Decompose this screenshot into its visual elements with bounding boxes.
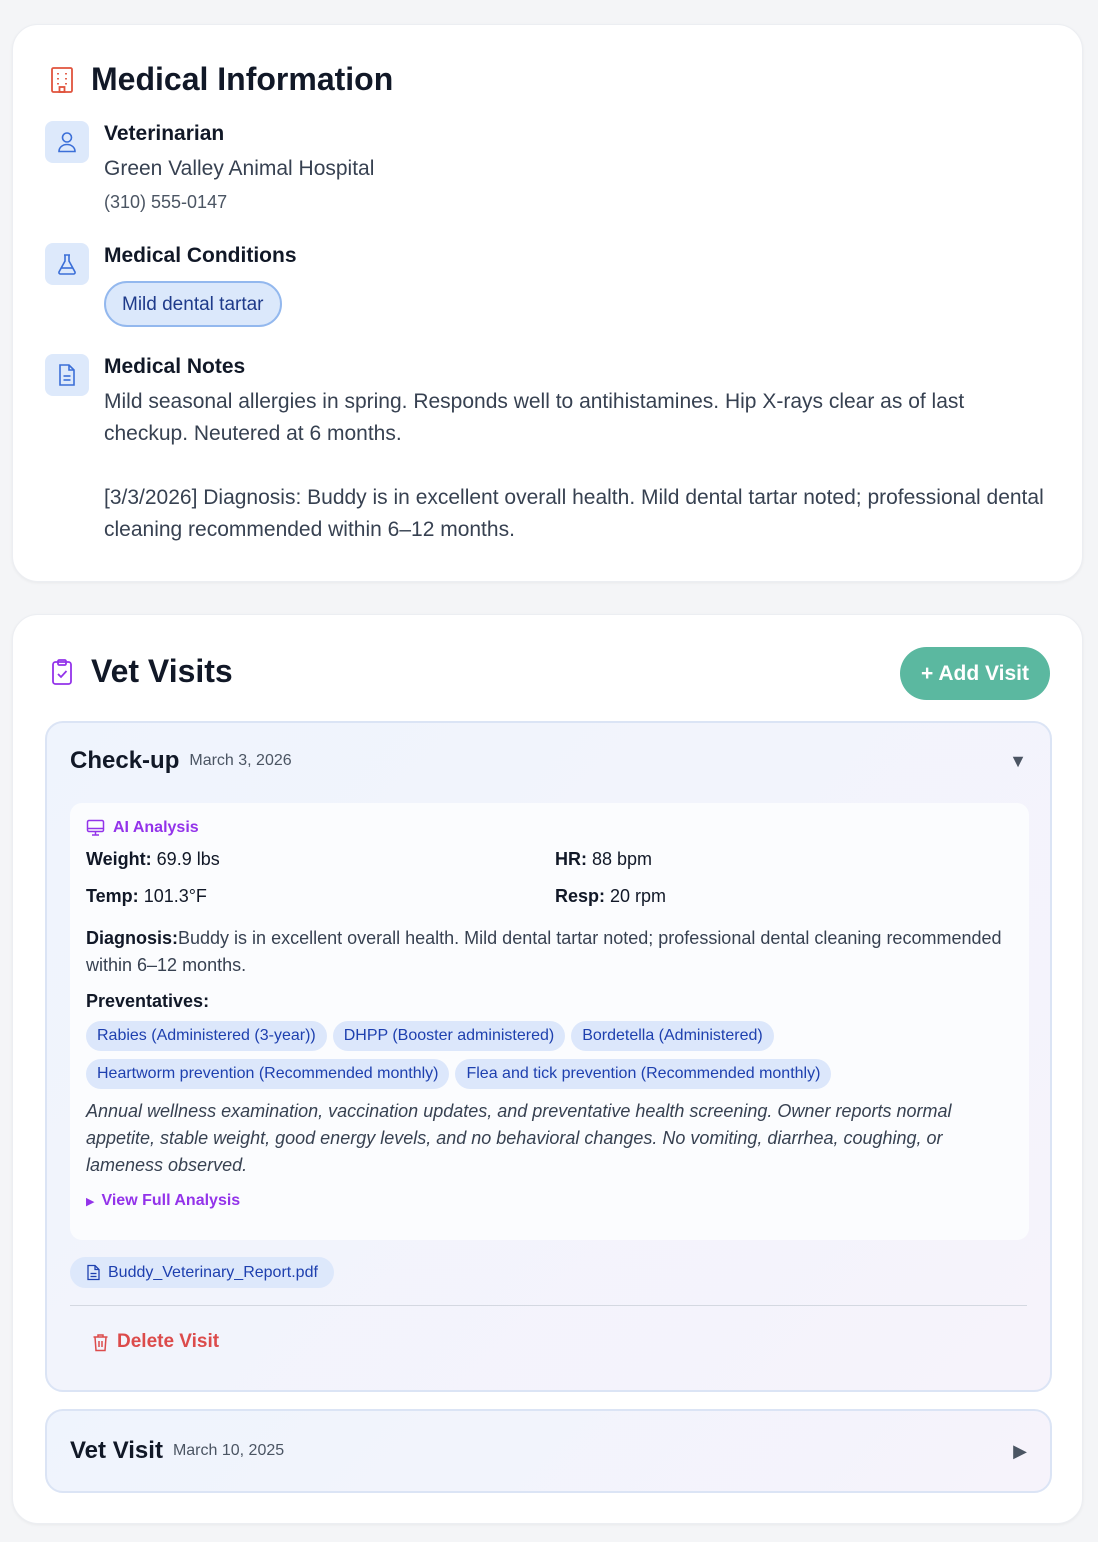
hospital-icon	[47, 65, 77, 95]
heart-rate-vital: HR: 88 bpm	[555, 849, 653, 869]
condition-tag: Mild dental tartar	[104, 281, 282, 327]
page-title: Medical Information	[91, 61, 394, 97]
visit-card-checkup: Check-up March 3, 2026 ▼ AI Analysis Wei…	[45, 721, 1052, 1392]
vitals-grid: Weight: 69.9 lbs HR: 88 bpm Temp: 101.3°…	[86, 846, 1013, 910]
temperature-vital: Temp: 101.3°F	[86, 886, 207, 906]
attachment-file-link[interactable]: Buddy_Veterinary_Report.pdf	[70, 1257, 334, 1288]
veterinarian-phone: (310) 555-0147	[104, 192, 228, 212]
vet-visits-title: Vet Visits	[91, 653, 233, 689]
visit-card-vet-visit[interactable]: Vet Visit March 10, 2025 ▶	[45, 1409, 1052, 1493]
veterinarian-section: Veterinarian Green Valley Animal Hospita…	[45, 121, 1050, 216]
respiration-vital: Resp: 20 rpm	[555, 886, 667, 906]
visit-title: Vet Visit	[70, 1437, 163, 1464]
user-icon	[45, 121, 89, 163]
visit-date: March 3, 2026	[189, 752, 292, 769]
visit-date: March 10, 2025	[172, 1442, 285, 1459]
visit-header[interactable]: Vet Visit March 10, 2025 ▶	[70, 1437, 1027, 1465]
medical-notes-paragraph-2: [3/3/2026] Diagnosis: Buddy is in excell…	[104, 486, 1044, 541]
delete-visit-button[interactable]: Delete Visit	[92, 1331, 219, 1353]
medical-information-header: Medical Information	[47, 61, 393, 98]
medical-information-card: Medical Information Veterinarian Green V…	[12, 24, 1083, 582]
flask-icon	[45, 243, 89, 285]
preventative-tag: Bordetella (Administered)	[571, 1021, 774, 1051]
diagnosis: Diagnosis:Buddy is in excellent overall …	[86, 928, 1002, 975]
veterinarian-label: Veterinarian	[104, 122, 225, 145]
medical-conditions-section: Medical Conditions Mild dental tartar	[45, 243, 1050, 327]
divider	[70, 1305, 1027, 1306]
chevron-down-icon[interactable]: ▼	[1009, 751, 1027, 772]
ai-analysis-panel: AI Analysis Weight: 69.9 lbs HR: 88 bpm …	[70, 803, 1029, 1240]
medical-conditions-label: Medical Conditions	[104, 244, 297, 267]
visit-header[interactable]: Check-up March 3, 2026 ▼	[70, 747, 1027, 775]
preventatives-label: Preventatives:	[86, 991, 210, 1011]
preventative-tag: DHPP (Booster administered)	[332, 1021, 566, 1051]
file-icon	[86, 1264, 101, 1281]
vet-visits-header: Vet Visits	[47, 653, 233, 690]
medical-notes-paragraph-1: Mild seasonal allergies in spring. Respo…	[104, 390, 965, 445]
clipboard-check-icon	[47, 657, 77, 687]
weight-vital: Weight: 69.9 lbs	[86, 849, 220, 869]
preventative-tag: Rabies (Administered (3-year))	[86, 1021, 327, 1051]
visit-notes: Annual wellness examination, vaccination…	[86, 1101, 952, 1175]
preventatives-list: Rabies (Administered (3-year)) DHPP (Boo…	[86, 1021, 886, 1089]
preventative-tag: Flea and tick prevention (Recommended mo…	[455, 1059, 832, 1089]
document-icon	[45, 354, 89, 396]
view-full-analysis-toggle[interactable]: ▶ View Full Analysis	[86, 1192, 1013, 1210]
vet-visits-card: Vet Visits + Add Visit Check-up March 3,…	[12, 614, 1083, 1524]
ai-analysis-label: AI Analysis	[86, 819, 1013, 837]
trash-icon	[92, 1333, 109, 1352]
visit-title: Check-up	[70, 747, 180, 774]
chevron-right-icon[interactable]: ▶	[1013, 1441, 1027, 1462]
caret-right-icon: ▶	[86, 1195, 95, 1208]
add-visit-button[interactable]: + Add Visit	[900, 647, 1050, 700]
medical-notes-section: Medical Notes Mild seasonal allergies in…	[45, 354, 1050, 546]
medical-notes-label: Medical Notes	[104, 355, 246, 378]
monitor-icon	[86, 819, 105, 837]
preventative-tag: Heartworm prevention (Recommended monthl…	[86, 1059, 450, 1089]
veterinarian-name: Green Valley Animal Hospital	[104, 157, 375, 180]
